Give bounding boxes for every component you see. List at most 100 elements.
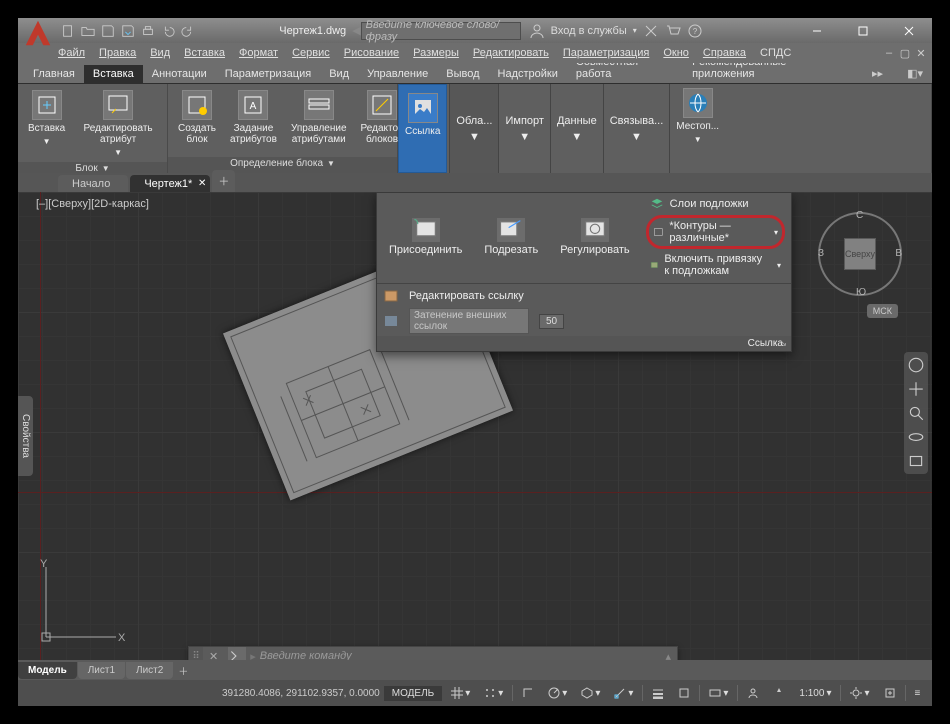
status-gear-icon[interactable]: ▾ xyxy=(845,685,874,701)
qat-undo-icon[interactable] xyxy=(160,23,176,39)
qat-new-icon[interactable] xyxy=(60,23,76,39)
ref-cloud-tab[interactable]: Обла...▼ xyxy=(449,84,498,173)
location-button[interactable]: Местоп...▼ xyxy=(669,84,725,173)
mdi-close-icon[interactable]: ✕ xyxy=(914,46,928,60)
ribbon-expand-icon[interactable]: ◧▾ xyxy=(898,64,932,83)
status-lwt-icon[interactable] xyxy=(647,685,669,701)
tab-annotate[interactable]: Аннотации xyxy=(143,65,216,83)
status-scale[interactable]: 1:100▾ xyxy=(794,686,836,701)
mdi-minimize-icon[interactable]: – xyxy=(882,46,896,60)
viewcube-s[interactable]: Ю xyxy=(856,287,866,298)
manage-attrs-button[interactable]: Управление атрибутами xyxy=(285,86,353,157)
status-people-icon[interactable] xyxy=(742,685,764,701)
menu-param[interactable]: Параметризация xyxy=(557,45,655,61)
status-model-button[interactable]: МОДЕЛЬ xyxy=(384,686,442,701)
menu-insert[interactable]: Вставка xyxy=(178,45,231,61)
qat-save-icon[interactable] xyxy=(100,23,116,39)
create-block-button[interactable]: Создать блок xyxy=(172,86,222,157)
menu-spds[interactable]: СПДС xyxy=(754,45,797,61)
viewcube-w[interactable]: З xyxy=(818,248,824,259)
user-icon[interactable] xyxy=(529,23,545,39)
help-icon[interactable]: ? xyxy=(687,23,703,39)
exchange-icon[interactable] xyxy=(643,23,659,39)
menu-format[interactable]: Формат xyxy=(233,45,284,61)
ref-import-tab[interactable]: Импорт▼ xyxy=(498,84,549,173)
cart-icon[interactable] xyxy=(665,23,681,39)
status-ortho-icon[interactable] xyxy=(517,685,539,701)
tab-output[interactable]: Вывод xyxy=(437,65,488,83)
wcs-badge[interactable]: МСК xyxy=(867,304,898,318)
qat-redo-icon[interactable] xyxy=(180,23,196,39)
status-iso-icon[interactable]: ▾ xyxy=(576,685,605,701)
search-input[interactable]: Введите ключевое слово/фразу xyxy=(361,22,521,40)
tab-manage[interactable]: Управление xyxy=(358,65,437,83)
status-osnap-icon[interactable]: ▾ xyxy=(609,685,638,701)
status-polar-icon[interactable]: ▾ xyxy=(543,685,572,701)
ref-data-tab[interactable]: Данные▼ xyxy=(550,84,603,173)
menu-file[interactable]: Файл xyxy=(52,45,91,61)
tab-insert[interactable]: Вставка xyxy=(84,65,143,83)
status-customize-icon[interactable]: ≡ xyxy=(910,686,926,701)
panel-blockdef-title[interactable]: Определение блока▼ xyxy=(168,157,397,173)
properties-palette-tab[interactable]: Свойства xyxy=(18,396,33,476)
status-coords[interactable]: 391280.4086, 291102.9357, 0.0000 xyxy=(222,688,380,699)
panel-launcher-icon[interactable]: ↘ xyxy=(779,338,787,349)
viewcube-top-face[interactable]: Сверху xyxy=(844,238,876,270)
minimize-button[interactable] xyxy=(794,18,840,43)
nav-orbit-icon[interactable] xyxy=(907,428,925,446)
nav-pan-icon[interactable] xyxy=(907,380,925,398)
close-button[interactable] xyxy=(886,18,932,43)
status-snap-icon[interactable]: ▾ xyxy=(479,685,508,701)
reference-panel-title[interactable]: Ссылка↘ xyxy=(377,336,791,351)
viewcube[interactable]: Сверху С Ю В З xyxy=(818,212,902,296)
status-qp-icon[interactable]: ▾ xyxy=(704,685,733,701)
menu-window[interactable]: Окно xyxy=(657,45,695,61)
nav-wheel-icon[interactable] xyxy=(907,356,925,374)
layout-tab-sheet2[interactable]: Лист2 xyxy=(126,662,173,679)
tab-home[interactable]: Главная xyxy=(24,65,84,83)
qat-open-icon[interactable] xyxy=(80,23,96,39)
status-grid-icon[interactable]: ▾ xyxy=(446,685,475,701)
menu-modify[interactable]: Редактировать xyxy=(467,45,555,61)
maximize-button[interactable] xyxy=(840,18,886,43)
insert-block-button[interactable]: Вставка▼ xyxy=(22,86,71,162)
tab-addins[interactable]: Надстройки xyxy=(489,65,567,83)
doctab-start[interactable]: Начало xyxy=(58,175,128,192)
nav-showmotion-icon[interactable] xyxy=(907,452,925,470)
qat-saveas-icon[interactable] xyxy=(120,23,136,39)
doctab-drawing1[interactable]: Чертеж1*✕ xyxy=(130,175,210,192)
clip-button[interactable]: Подрезать xyxy=(478,214,544,260)
menu-help[interactable]: Справка xyxy=(697,45,752,61)
ref-link-tab[interactable]: Связыва...▼ xyxy=(603,84,670,173)
tab-param[interactable]: Параметризация xyxy=(216,65,320,83)
menu-draw[interactable]: Рисование xyxy=(338,45,405,61)
menu-edit[interactable]: Правка xyxy=(93,45,142,61)
attach-button[interactable]: Присоединить xyxy=(383,214,468,260)
doctab-close-icon[interactable]: ✕ xyxy=(198,178,206,189)
xref-fade-value[interactable]: 50 xyxy=(539,314,564,329)
edit-reference-button[interactable]: Редактировать ссылку xyxy=(409,290,524,302)
signin-link[interactable]: Вход в службы xyxy=(551,25,627,37)
status-annoscale-icon[interactable] xyxy=(768,685,790,701)
status-plus-icon[interactable] xyxy=(879,685,901,701)
viewcube-n[interactable]: С xyxy=(856,210,863,221)
menu-dim[interactable]: Размеры xyxy=(407,45,465,61)
viewcube-e[interactable]: В xyxy=(895,248,902,259)
edit-attribute-button[interactable]: Редактировать атрибут▼ xyxy=(73,86,163,162)
define-attrs-button[interactable]: AЗадание атрибутов xyxy=(224,86,283,157)
adjust-button[interactable]: Регулировать xyxy=(554,214,635,260)
underlay-layers-button[interactable]: Слои подложки xyxy=(646,195,785,213)
status-tpy-icon[interactable] xyxy=(673,685,695,701)
ribbon-play-icon[interactable]: ▸▸ xyxy=(863,64,892,83)
layout-tab-sheet1[interactable]: Лист1 xyxy=(78,662,125,679)
frames-vary-button[interactable]: *Контуры — различные* ▾ xyxy=(646,215,785,249)
tab-view[interactable]: Вид xyxy=(320,65,358,83)
nav-zoom-icon[interactable] xyxy=(907,404,925,422)
app-logo[interactable] xyxy=(24,19,52,47)
reference-button[interactable]: Ссылка xyxy=(398,84,447,173)
viewport-label[interactable]: [–][Сверху][2D-каркас] xyxy=(36,198,149,210)
mdi-restore-icon[interactable]: ▢ xyxy=(898,46,912,60)
layout-tab-add[interactable]: ＋ xyxy=(174,663,192,678)
qat-print-icon[interactable] xyxy=(140,23,156,39)
doctab-add[interactable]: ＋ xyxy=(212,170,235,192)
